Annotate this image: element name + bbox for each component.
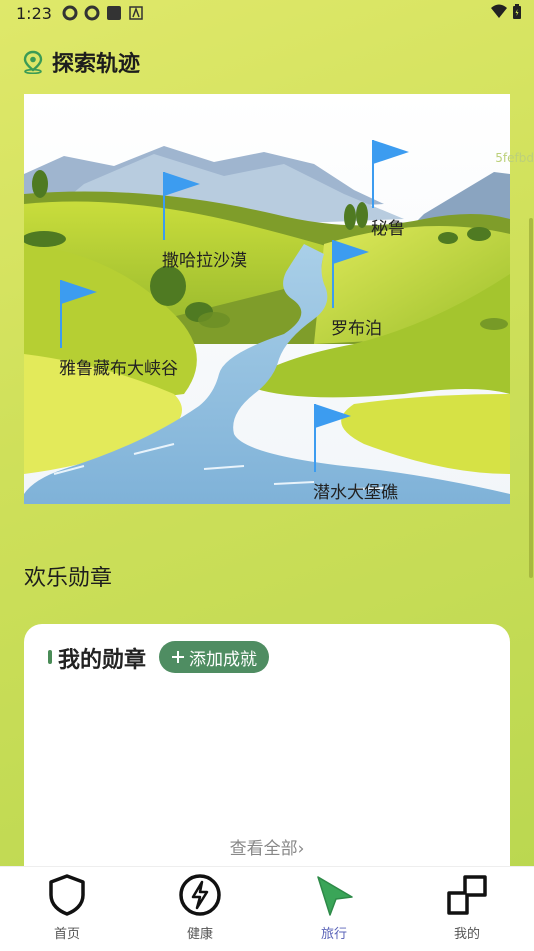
profile-blocks-icon	[447, 875, 487, 915]
chevron-right-icon: ›	[297, 839, 305, 859]
tab-health[interactable]: 健康	[160, 873, 240, 942]
navigation-arrow-icon	[317, 876, 353, 916]
scrollbar[interactable]	[529, 218, 533, 578]
medals-section-title: 欢乐勋章	[24, 566, 113, 591]
tab-health-label: 健康	[186, 927, 213, 942]
view-all-link[interactable]: 查看全部›	[24, 834, 510, 859]
status-notification-icons	[62, 5, 144, 21]
tab-travel[interactable]: 旅行	[294, 873, 374, 942]
flag-icon	[60, 280, 97, 348]
flag-marker-sahara[interactable]	[162, 172, 204, 242]
tab-home-label: 首页	[53, 927, 80, 942]
flag-marker-yarlung[interactable]	[59, 280, 101, 350]
wifi-icon	[491, 4, 507, 18]
flag-label-peru: 秘鲁	[371, 219, 405, 239]
tab-mine-label: 我的	[453, 927, 480, 942]
flag-label-dive: 潜水大堡礁	[313, 483, 398, 503]
app-square-icon	[107, 6, 121, 20]
lightning-icon	[179, 874, 221, 916]
add-achievement-label: 添加成就	[189, 649, 257, 670]
tab-travel-label: 旅行	[320, 927, 347, 942]
explore-header: 探索轨迹	[22, 46, 140, 78]
tab-home[interactable]: 首页	[27, 873, 107, 942]
flag-label-yarlung: 雅鲁藏布大峡谷	[59, 359, 178, 379]
tab-mine[interactable]: 我的	[427, 873, 507, 942]
flag-icon	[332, 240, 369, 308]
plus-icon	[172, 651, 184, 663]
sync-icon	[62, 5, 78, 21]
my-medals-card: 我的勋章 添加成就 查看全部›	[24, 624, 510, 884]
a-icon	[129, 6, 143, 20]
flag-label-sahara: 撒哈拉沙漠	[162, 251, 247, 271]
flag-label-lopnur: 罗布泊	[331, 319, 382, 339]
battery-icon	[513, 4, 521, 19]
bottom-tab-bar: 首页 健康 旅行 我的	[0, 866, 534, 951]
add-achievement-button[interactable]: 添加成就	[159, 641, 269, 673]
shield-icon	[49, 874, 85, 916]
explore-title: 探索轨迹	[52, 52, 141, 77]
watermark-text: 5fefbd	[495, 151, 534, 165]
flag-marker-dive[interactable]	[313, 404, 355, 474]
travel-map[interactable]: 秘鲁 撒哈拉沙漠 罗布泊 雅鲁藏布大峡谷 潜水大堡礁	[24, 94, 510, 504]
location-pin-icon	[23, 50, 43, 74]
flag-icon	[163, 172, 200, 240]
status-system-icons	[490, 4, 522, 20]
flag-marker-peru[interactable]	[371, 140, 413, 210]
title-accent-bar	[48, 650, 52, 664]
flag-icon	[314, 404, 351, 472]
status-time: 1:23	[16, 4, 52, 23]
flag-icon	[372, 140, 409, 208]
status-bar: 1:23	[0, 0, 534, 28]
sync-icon	[84, 5, 100, 21]
flag-marker-lopnur[interactable]	[331, 240, 373, 310]
my-medals-title: 我的勋章	[58, 648, 147, 673]
view-all-label: 查看全部	[229, 839, 298, 859]
